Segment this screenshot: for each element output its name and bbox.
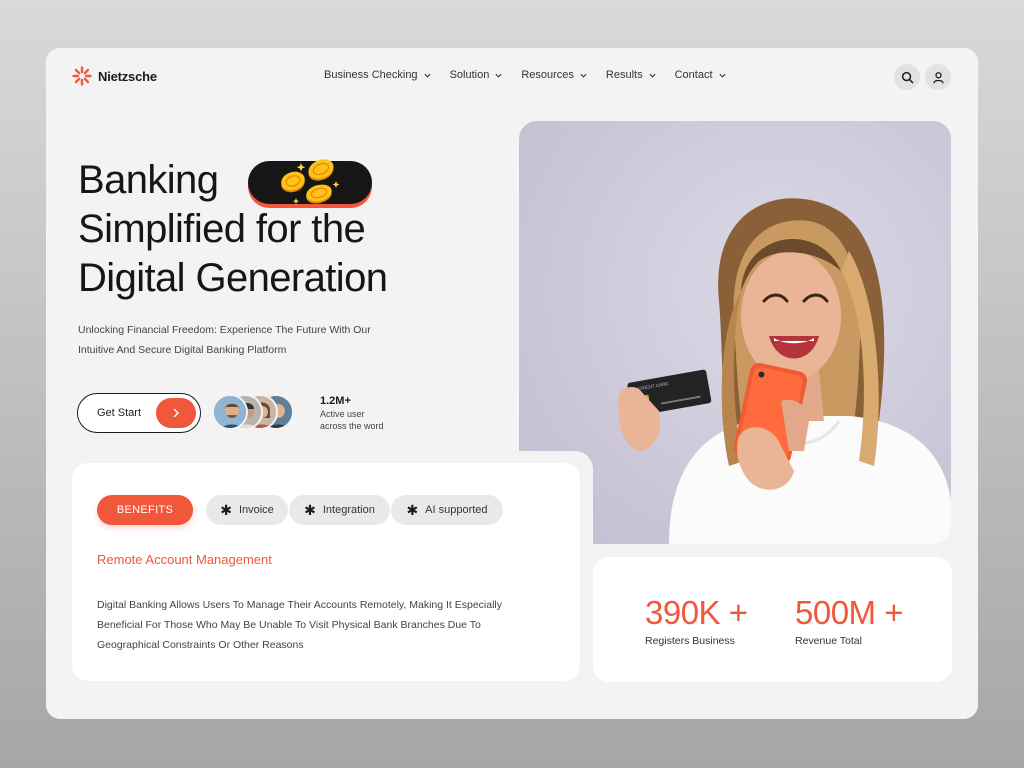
tab-ai-supported[interactable]: ✱ AI supported	[391, 495, 503, 525]
hero-subtitle: Unlocking Financial Freedom: Experience …	[78, 320, 398, 360]
avatar	[212, 394, 248, 430]
nav-business-checking[interactable]: Business Checking	[324, 69, 432, 81]
asterisk-icon: ✱	[304, 502, 316, 518]
user-icon	[932, 71, 944, 83]
tab-integration[interactable]: ✱ Integration	[289, 495, 390, 525]
active-users-count: 1.2M+	[320, 395, 351, 407]
chevron-down-icon	[495, 73, 502, 78]
stat-value-revenue-total: 500M +	[795, 594, 904, 631]
nav-label: Results	[605, 69, 643, 81]
brand-logo[interactable]: Nietzsche	[72, 66, 157, 86]
active-users-label-line: across the word	[320, 421, 384, 431]
asterisk-icon: ✱	[220, 502, 232, 518]
arrow-button[interactable]	[156, 398, 196, 428]
benefits-card: BENEFITS ✱ Invoice ✱ Integration ✱ AI su…	[72, 463, 580, 681]
benefit-description-line: Geographical Constraints Or Other Reason…	[97, 639, 304, 651]
benefit-description-line: Beneficial For Those Who May Be Unable T…	[97, 619, 481, 631]
tab-label: AI supported	[425, 504, 488, 516]
nav-label: Resources	[521, 69, 574, 81]
benefit-description: Digital Banking Allows Users To Manage T…	[97, 595, 537, 655]
active-users-label: Active user across the word	[320, 408, 410, 432]
chevron-down-icon	[649, 73, 656, 78]
tab-label: Invoice	[238, 504, 274, 516]
nav-label: Contact	[674, 69, 713, 81]
asterisk-icon: ✱	[406, 502, 419, 518]
gold-coins-icon	[281, 159, 340, 205]
account-button[interactable]	[925, 64, 951, 90]
tab-benefits[interactable]: BENEFITS	[97, 495, 193, 525]
nav-results[interactable]: Results	[606, 69, 657, 81]
landing-page: Nietzsche Business Checking Solution Res…	[46, 48, 978, 719]
tab-invoice[interactable]: ✱ Invoice	[206, 495, 288, 525]
nav-contact[interactable]: Contact	[675, 69, 727, 81]
active-users-label-line: Active user	[320, 409, 365, 419]
chevron-down-icon	[580, 73, 587, 78]
benefit-description-line: Digital Banking Allows Users To Manage T…	[97, 599, 503, 611]
nav-resources[interactable]: Resources	[521, 69, 588, 81]
nav-label: Solution	[449, 69, 490, 81]
main-nav: Business Checking Solution Resources Res…	[324, 69, 727, 81]
nav-solution[interactable]: Solution	[450, 69, 504, 81]
stat-label-registered-business: Registers Business	[645, 635, 735, 647]
search-button[interactable]	[894, 64, 920, 90]
search-icon	[901, 71, 913, 83]
chevron-down-icon	[423, 73, 431, 78]
tab-label: Integration	[322, 504, 375, 516]
stat-value-registered-business: 390K +	[645, 594, 748, 631]
hero-title-line: Digital Generation	[78, 256, 388, 300]
hero-subtitle-line: Intuitive And Secure Digital Banking Pla…	[78, 344, 287, 356]
get-start-button[interactable]: Get Start	[77, 393, 201, 433]
stats-card: 390K + Registers Business 500M + Revenue…	[593, 557, 952, 682]
chevron-down-icon	[718, 73, 726, 78]
tab-label: BENEFITS	[116, 504, 174, 516]
benefit-heading: Remote Account Management	[97, 552, 272, 567]
user-avatar-stack	[212, 394, 312, 432]
brand-name: Nietzsche	[98, 68, 157, 84]
hero-subtitle-line: Unlocking Financial Freedom: Experience …	[78, 324, 371, 336]
nav-label: Business Checking	[324, 69, 418, 81]
chevron-right-icon	[173, 408, 179, 418]
coins-badge	[248, 159, 372, 205]
get-start-label: Get Start	[97, 407, 142, 419]
sunburst-logo-icon	[72, 66, 92, 86]
stat-label-revenue-total: Revenue Total	[795, 635, 862, 647]
